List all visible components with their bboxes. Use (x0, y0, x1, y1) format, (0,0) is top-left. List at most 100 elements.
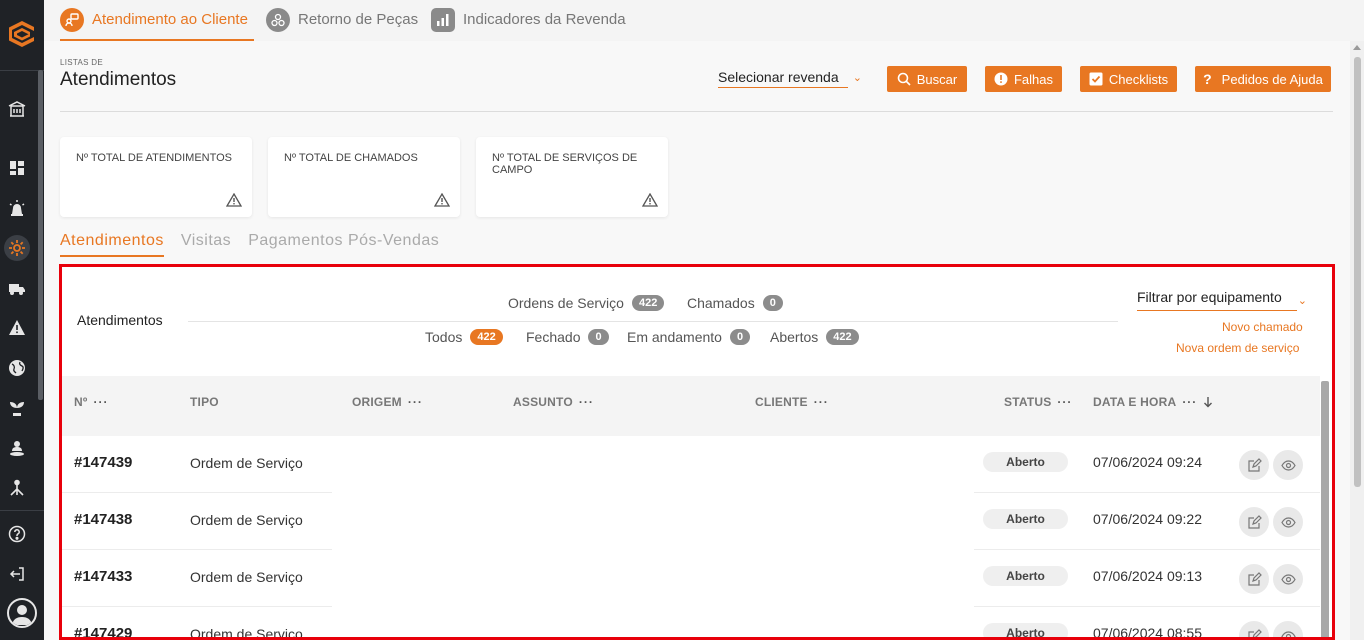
scroll-up-icon[interactable] (1353, 45, 1361, 50)
column-menu-icon[interactable]: ··· (814, 395, 829, 409)
stat-label: Ordens de Serviço (508, 295, 624, 311)
table-row[interactable]: #147433 Ordem de Serviço Aberto 07/06/20… (62, 550, 1320, 607)
filter-todos[interactable]: Todos 422 (425, 329, 503, 345)
truck-icon[interactable] (6, 277, 28, 299)
view-button[interactable] (1273, 450, 1303, 480)
column-data-e-hora[interactable]: DATA E HORA ··· (1093, 395, 1213, 409)
column-origem[interactable]: ORIGEM ··· (352, 395, 423, 409)
help-icon[interactable] (6, 523, 28, 545)
globe-icon[interactable] (6, 357, 28, 379)
falhas-button[interactable]: Falhas (985, 66, 1062, 92)
chevron-down-icon: ⌄ (1297, 295, 1307, 307)
table-scrollbar[interactable] (1321, 381, 1329, 637)
row-tipo: Ordem de Serviço (190, 512, 303, 528)
building-icon[interactable] (6, 98, 28, 120)
scrollbar-thumb[interactable] (1354, 57, 1361, 487)
column-menu-icon[interactable]: ··· (579, 395, 594, 409)
location-person-icon[interactable] (6, 437, 28, 459)
alarm-icon[interactable] (6, 197, 28, 219)
view-button[interactable] (1273, 621, 1303, 637)
column-status[interactable]: STATUS ··· (1004, 395, 1072, 409)
column-menu-icon[interactable]: ··· (93, 395, 108, 409)
column-cliente[interactable]: CLIENTE ··· (755, 395, 829, 409)
column-label: DATA E HORA (1093, 395, 1177, 409)
tab-atendimentos[interactable]: Atendimentos (60, 232, 164, 257)
brand-logo-icon[interactable] (6, 18, 38, 50)
filter-abertos[interactable]: Abertos 422 (770, 329, 859, 345)
tab-indicadores-da-revenda[interactable]: Indicadores da Revenda (431, 8, 626, 41)
table-row[interactable]: #147439 Ordem de Serviço Aberto 07/06/20… (62, 436, 1320, 493)
page-scrollbar[interactable] (1350, 41, 1364, 640)
filter-fechado[interactable]: Fechado 0 (526, 329, 609, 345)
gear-people-icon[interactable] (4, 235, 30, 261)
nova-ordem-servico-link[interactable]: Nova ordem de serviço (1176, 341, 1299, 355)
warning-icon[interactable] (6, 317, 28, 339)
column-label: STATUS (1004, 395, 1052, 409)
network-icon[interactable] (6, 477, 28, 499)
filtrar-equipamento-dropdown[interactable]: Filtrar por equipamento ⌄ (1137, 289, 1307, 311)
tab-label: Retorno de Peças (298, 11, 419, 28)
status-badge: Aberto (983, 509, 1068, 529)
pedidos-label: Pedidos de Ajuda (1221, 71, 1323, 87)
row-date: 07/06/2024 09:13 (1093, 568, 1202, 584)
falhas-label: Falhas (1013, 71, 1054, 87)
panel-divider (188, 321, 1118, 322)
tab-atendimento-ao-cliente[interactable]: Atendimento ao Cliente (60, 8, 254, 41)
status-badge: Aberto (983, 566, 1068, 586)
row-number[interactable]: #147439 (74, 454, 132, 471)
column-tipo[interactable]: TIPO (190, 395, 219, 409)
row-number[interactable]: #147429 (74, 625, 132, 637)
stat-ordens-de-servico[interactable]: Ordens de Serviço 422 (508, 295, 665, 311)
stat-chamados[interactable]: Chamados 0 (687, 295, 783, 311)
select-revenda-label: Selecionar revenda (718, 68, 839, 85)
sidebar-divider (0, 510, 44, 511)
view-button[interactable] (1273, 507, 1303, 537)
eye-icon (1280, 573, 1296, 585)
page-eyebrow: LISTAS DE (60, 58, 104, 67)
checklists-button[interactable]: Checklists (1080, 66, 1177, 92)
novo-chamado-link[interactable]: Novo chamado (1222, 320, 1303, 334)
alert-circle-icon (994, 72, 1008, 86)
checkbox-icon (1089, 72, 1103, 86)
dashboard-icon[interactable] (6, 157, 28, 179)
column-assunto[interactable]: ASSUNTO ··· (513, 395, 594, 409)
filter-label: Todos (425, 329, 463, 345)
filter-label: Fechado (526, 329, 581, 345)
column-menu-icon[interactable]: ··· (1057, 395, 1072, 409)
view-button[interactable] (1273, 564, 1303, 594)
sidebar-scrollbar[interactable] (38, 70, 43, 400)
column-num[interactable]: Nº ··· (74, 395, 108, 409)
eye-icon (1280, 630, 1296, 637)
column-menu-icon[interactable]: ··· (1182, 395, 1197, 409)
logout-icon[interactable] (6, 563, 28, 585)
page-title: Atendimentos (60, 69, 177, 90)
card-title: Nº TOTAL DE CHAMADOS (284, 152, 418, 164)
top-navigation: Atendimento ao Cliente Retorno de Peças … (44, 0, 1364, 41)
row-number[interactable]: #147438 (74, 511, 132, 528)
table-row[interactable]: #147438 Ordem de Serviço Aberto 07/06/20… (62, 493, 1320, 550)
status-badge: Aberto (983, 623, 1068, 637)
edit-button[interactable] (1239, 564, 1269, 594)
select-revenda-dropdown[interactable]: Selecionar revenda ⌄ (718, 66, 862, 88)
buscar-button[interactable]: Buscar (887, 66, 967, 92)
edit-button[interactable] (1239, 621, 1269, 637)
row-number[interactable]: #147433 (74, 568, 132, 585)
tab-visitas[interactable]: Visitas (181, 232, 231, 257)
pedidos-de-ajuda-button[interactable]: ? Pedidos de Ajuda (1195, 66, 1331, 92)
edit-button[interactable] (1239, 450, 1269, 480)
user-avatar-icon[interactable] (7, 598, 37, 628)
edit-button[interactable] (1239, 507, 1269, 537)
filter-em-andamento[interactable]: Em andamento 0 (627, 329, 751, 345)
sort-down-icon[interactable] (1203, 396, 1213, 408)
tab-label: Indicadores da Revenda (463, 11, 626, 28)
tab-pagamentos-pos-vendas[interactable]: Pagamentos Pós-Vendas (248, 232, 439, 257)
tab-retorno-de-pecas[interactable]: Retorno de Peças (266, 8, 418, 41)
plant-icon[interactable] (6, 397, 28, 419)
eye-icon (1280, 516, 1296, 528)
table-row[interactable]: #147429 Ordem de Serviço Aberto 07/06/20… (62, 607, 1320, 637)
row-date: 07/06/2024 09:24 (1093, 454, 1202, 470)
stat-label: Chamados (687, 295, 755, 311)
column-label: TIPO (190, 395, 219, 409)
column-menu-icon[interactable]: ··· (408, 395, 423, 409)
warning-icon (434, 193, 450, 207)
